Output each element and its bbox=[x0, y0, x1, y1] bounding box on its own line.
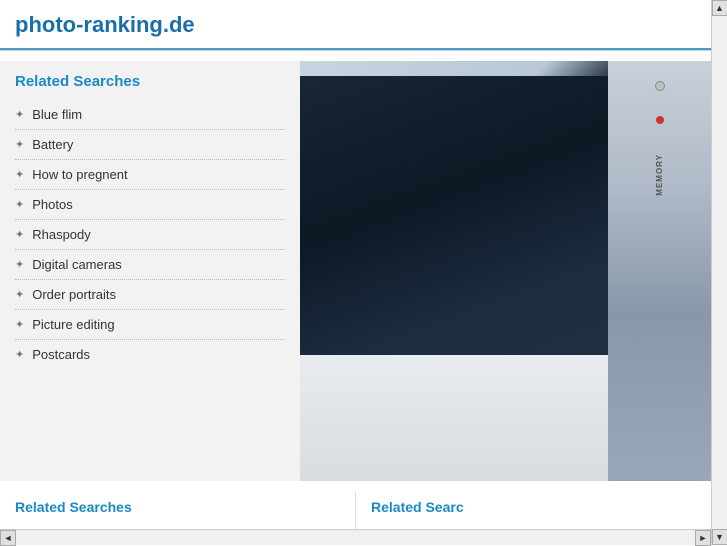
arrow-icon: ✦ bbox=[15, 138, 24, 151]
scrollbar-track-right[interactable] bbox=[712, 16, 727, 529]
left-sidebar: Related Searches ✦ Blue flim ✦ Battery ✦… bbox=[0, 61, 300, 481]
scroll-right-button[interactable]: ► bbox=[695, 530, 711, 546]
main-content: photo-ranking.de Related Searches ✦ Blue… bbox=[0, 0, 711, 529]
camera-screen bbox=[300, 76, 608, 391]
arrow-icon: ✦ bbox=[15, 228, 24, 241]
search-link: How to pregnent bbox=[32, 167, 127, 182]
search-link: Picture editing bbox=[32, 317, 114, 332]
scrollbar-bottom: ◄ ► bbox=[0, 529, 711, 545]
list-item[interactable]: ✦ Picture editing bbox=[15, 310, 285, 340]
scroll-left-button[interactable]: ◄ bbox=[0, 530, 16, 546]
camera-screw bbox=[655, 81, 665, 91]
camera-controls: MEMORY bbox=[608, 61, 711, 481]
list-item[interactable]: ✦ Digital cameras bbox=[15, 250, 285, 280]
list-item[interactable]: ✦ Battery bbox=[15, 130, 285, 160]
arrow-icon: ✦ bbox=[15, 198, 24, 211]
arrow-icon: ✦ bbox=[15, 108, 24, 121]
search-link: Postcards bbox=[32, 347, 90, 362]
list-item[interactable]: ✦ Photos bbox=[15, 190, 285, 220]
search-link: Digital cameras bbox=[32, 257, 122, 272]
scrollbar-track-bottom[interactable] bbox=[16, 530, 695, 545]
bottom-section: Related Searches ✦ Digital camera ✦ Phot… bbox=[0, 481, 711, 529]
camera-red-dot bbox=[656, 116, 664, 124]
camera-image: MEMORY bbox=[300, 61, 711, 481]
bottom-col-1: Related Searches ✦ Digital camera ✦ Phot… bbox=[0, 491, 356, 529]
list-item[interactable]: ✦ Rhaspody bbox=[15, 220, 285, 250]
search-link: Battery bbox=[32, 137, 73, 152]
top-section: Related Searches ✦ Blue flim ✦ Battery ✦… bbox=[0, 51, 711, 481]
list-item[interactable]: ✦ Order portraits bbox=[15, 280, 285, 310]
arrow-icon: ✦ bbox=[15, 168, 24, 181]
list-item[interactable]: ✦ Postcards bbox=[15, 340, 285, 369]
arrow-icon: ✦ bbox=[15, 288, 24, 301]
search-link: Photos bbox=[32, 197, 72, 212]
camera-background: MEMORY bbox=[300, 61, 711, 481]
search-link: Order portraits bbox=[32, 287, 116, 302]
bottom-col1-title: Related Searches bbox=[15, 499, 340, 515]
scrollbar-right: ▲ ▼ bbox=[711, 0, 727, 545]
arrow-icon: ✦ bbox=[15, 318, 24, 331]
search-link: Blue flim bbox=[32, 107, 82, 122]
camera-memory-label: MEMORY bbox=[655, 154, 664, 196]
site-title[interactable]: photo-ranking.de bbox=[15, 12, 195, 37]
arrow-icon: ✦ bbox=[15, 348, 24, 361]
related-searches-title: Related Searches bbox=[15, 73, 285, 90]
list-item[interactable]: ✦ How to pregnent bbox=[15, 160, 285, 190]
scroll-up-button[interactable]: ▲ bbox=[712, 0, 727, 16]
search-link: Rhaspody bbox=[32, 227, 91, 242]
bottom-col2-title: Related Searc bbox=[371, 499, 696, 515]
arrow-icon: ✦ bbox=[15, 258, 24, 271]
bottom-col-2: Related Searc ✦ Camera lense ✦ Camera sa… bbox=[356, 491, 711, 529]
header: photo-ranking.de bbox=[0, 0, 711, 50]
scroll-down-button[interactable]: ▼ bbox=[712, 529, 727, 545]
page-body: Related Searches ✦ Blue flim ✦ Battery ✦… bbox=[0, 51, 711, 520]
list-item[interactable]: ✦ Blue flim bbox=[15, 100, 285, 130]
